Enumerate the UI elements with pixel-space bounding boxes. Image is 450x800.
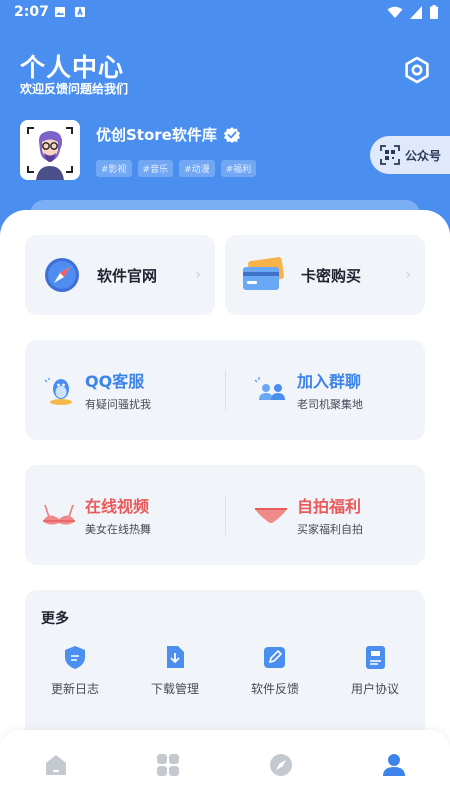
card-purchase-card[interactable]: 卡密购买 › [225, 235, 425, 315]
changelog-label: 更新日志 [50, 682, 99, 696]
contact-card: QQ客服 有疑问骚扰我 加入群聊 老司机聚集地 [25, 340, 425, 440]
profile-name-text: 优创Store软件库 [96, 126, 217, 144]
page-subtitle: 欢迎反馈问题给我们 [20, 82, 129, 96]
qq-service-button[interactable]: QQ客服 有疑问骚扰我 [39, 340, 225, 440]
credit-card-icon [243, 257, 284, 290]
status-bar: 2:07 [0, 0, 450, 26]
join-group-button[interactable]: 加入群聊 老司机聚集地 [251, 340, 421, 440]
chevron-right-icon: › [405, 267, 411, 283]
group-chat-icon [254, 377, 285, 400]
shield-log-icon [65, 646, 85, 669]
bottom-tab-bar [0, 730, 450, 800]
media-card: 在线视频 美女在线热舞 自拍福利 买家福利自拍 [25, 465, 425, 565]
profile-tag[interactable]: #音乐 [137, 160, 174, 177]
document-icon [366, 646, 385, 669]
wechat-account-label: 公众号 [405, 148, 442, 163]
download-manager-label: 下载管理 [150, 682, 199, 696]
online-video-button[interactable]: 在线视频 美女在线热舞 [39, 465, 225, 565]
compass-safari-icon [45, 258, 79, 292]
profile-tag[interactable]: #福利 [220, 160, 257, 177]
status-time: 2:07 [14, 4, 49, 20]
underwear-icon [255, 508, 287, 523]
profile-name: 优创Store软件库 [96, 124, 241, 145]
online-video-desc: 美女在线热舞 [85, 523, 151, 536]
settings-icon[interactable] [402, 55, 432, 85]
changelog-button[interactable]: 更新日志 [25, 644, 125, 697]
user-agreement-button[interactable]: 用户协议 [325, 644, 425, 697]
join-group-desc: 老司机聚集地 [297, 398, 363, 411]
battery-icon [430, 5, 438, 19]
qr-code-icon [380, 145, 400, 165]
qq-service-desc: 有疑问骚扰我 [85, 398, 151, 411]
more-section: 更多 更新日志 下载管理 软件反馈 用户协议 [25, 590, 425, 750]
download-manager-button[interactable]: 下载管理 [125, 644, 225, 697]
page-title: 个人中心 [20, 53, 125, 82]
selfie-benefits-button[interactable]: 自拍福利 买家福利自拍 [251, 465, 421, 565]
online-video-title: 在线视频 [85, 497, 150, 516]
download-icon [167, 646, 184, 668]
image-notification-icon [55, 7, 65, 17]
feedback-label: 软件反馈 [250, 682, 299, 696]
feedback-button[interactable]: 软件反馈 [225, 644, 325, 697]
cell-signal-icon [410, 5, 422, 19]
font-notification-icon [75, 6, 85, 17]
home-tab-icon[interactable] [43, 752, 69, 778]
selfie-benefits-desc: 买家福利自拍 [297, 523, 363, 536]
divider [225, 495, 226, 535]
avatar-image [20, 120, 80, 180]
join-group-title: 加入群聊 [297, 372, 362, 391]
wifi-icon [387, 6, 403, 18]
qq-penguin-icon [44, 378, 72, 405]
edit-feedback-icon [264, 647, 285, 668]
apps-grid-tab-icon[interactable] [155, 752, 181, 778]
profile-tag[interactable]: #动漫 [179, 160, 215, 177]
bra-icon [43, 504, 75, 525]
website-card[interactable]: 软件官网 › [25, 235, 215, 315]
chevron-right-icon: › [195, 267, 201, 283]
profile-tab-icon[interactable] [381, 752, 407, 778]
avatar[interactable] [20, 120, 80, 180]
profile-tags: #影视 #音乐 #动漫 #福利 [96, 160, 257, 177]
wechat-account-button[interactable]: 公众号 [370, 136, 450, 174]
qq-service-title: QQ客服 [85, 372, 145, 391]
more-section-title: 更多 [41, 611, 69, 627]
verified-badge-icon [223, 126, 240, 143]
selfie-benefits-title: 自拍福利 [297, 497, 362, 516]
card-purchase-label: 卡密购买 [301, 267, 362, 285]
user-agreement-label: 用户协议 [350, 682, 399, 696]
website-label: 软件官网 [97, 267, 158, 285]
profile-tag[interactable]: #影视 [96, 160, 132, 177]
divider [225, 370, 226, 410]
compass-tab-icon[interactable] [268, 752, 294, 778]
